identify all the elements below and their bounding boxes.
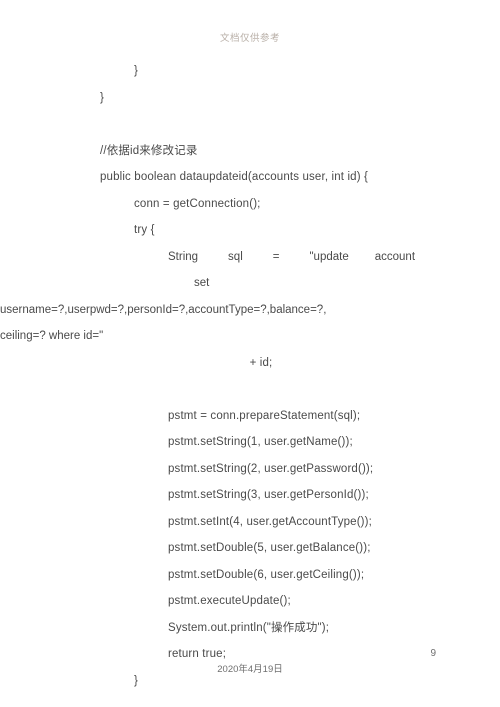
code-line: } xyxy=(134,65,138,77)
code-line: pstmt.setInt(4, user.getAccountType()); xyxy=(168,515,372,528)
code-line: try { xyxy=(134,224,155,236)
document-body: } } //依据id来修改记录 public boolean dataupdat… xyxy=(0,58,436,694)
code-line: public boolean dataupdateid(accounts use… xyxy=(100,171,369,183)
code-line: + id; xyxy=(249,356,273,369)
document-page: 文档仅供参考 } } //依据id来修改记录 public boolean da… xyxy=(0,0,500,707)
watermark-text: 文档仅供参考 xyxy=(219,33,280,44)
code-line: pstmt.setString(3, user.getPersonId()); xyxy=(168,489,369,501)
sql-token: sql xyxy=(228,250,243,263)
sql-token: set xyxy=(194,277,210,289)
code-sql-wrapped-line-2: ceiling=? where id=" xyxy=(0,323,370,350)
code-sql-block: String sql = "update account set username=?,u… xyxy=(0,244,436,350)
code-line: } xyxy=(100,91,104,104)
footer-date: 2020年4月19日 xyxy=(217,664,283,675)
code-line: pstmt.setString(2, user.getPassword()); xyxy=(168,462,374,475)
code-line: System.out.println("操作成功"); xyxy=(168,621,330,634)
sql-token: "update xyxy=(309,250,349,263)
code-sql-wrapped-line: username=?,userpwd=?,personId=?,accountT… xyxy=(0,297,370,324)
code-line: conn = getConnection(); xyxy=(134,197,261,210)
sql-token: = xyxy=(272,250,280,263)
code-line: pstmt.setDouble(5, user.getBalance()); xyxy=(168,542,371,554)
sql-token: account xyxy=(374,250,416,263)
sql-token: username=?,userpwd=?,personId=?,accountT… xyxy=(0,303,327,316)
sql-token: String xyxy=(168,250,199,263)
code-line: pstmt = conn.prepareStatement(sql); xyxy=(168,409,361,422)
code-comment-line: //依据id来修改记录 xyxy=(100,144,198,157)
page-number: 9 xyxy=(430,648,436,659)
sql-token: ceiling=? where id=" xyxy=(0,330,104,342)
code-line: pstmt.setDouble(6, user.getCeiling()); xyxy=(168,568,365,581)
code-line: pstmt.setString(1, user.getName()); xyxy=(168,436,353,448)
code-sql-first-line: String sql = "update account set xyxy=(66,244,436,297)
code-line: pstmt.executeUpdate(); xyxy=(168,595,291,607)
